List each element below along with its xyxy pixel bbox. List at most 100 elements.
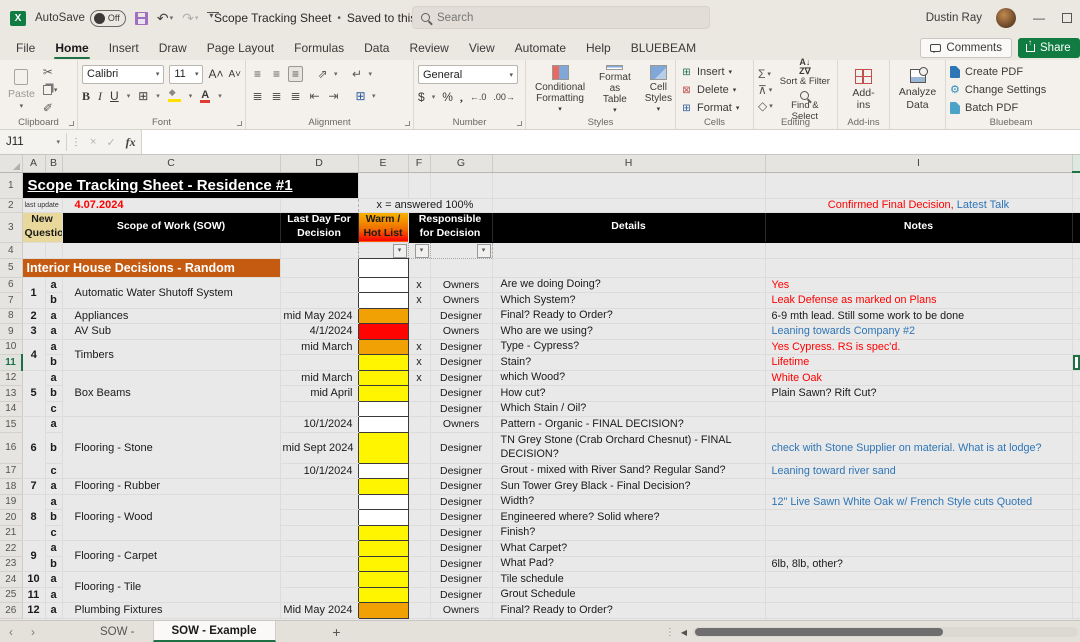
autosave-toggle[interactable]: Off — [90, 10, 126, 27]
col-header-G[interactable]: G — [430, 155, 492, 172]
cell-F12[interactable]: x — [408, 370, 430, 386]
cell-B26[interactable]: a — [45, 603, 62, 619]
cell-H7[interactable]: Which System? — [492, 293, 765, 309]
cell-D24[interactable] — [280, 572, 358, 588]
cell-B24[interactable]: a — [45, 572, 62, 588]
format-cells-button[interactable]: ⊞Format▾ — [680, 101, 739, 115]
cell-D10[interactable]: mid March — [280, 339, 358, 355]
scroll-left-icon[interactable]: ◀ — [681, 628, 687, 637]
cell-J17[interactable] — [1072, 463, 1080, 479]
cell-G23[interactable]: Designer — [430, 556, 492, 572]
cell-E14[interactable] — [358, 401, 408, 417]
cell-C19[interactable]: Flooring - Wood — [62, 494, 280, 541]
cell-B13[interactable]: b — [45, 386, 62, 402]
cell-D17[interactable]: 10/1/2024 — [280, 463, 358, 479]
cell-C26[interactable]: Plumbing Fixtures — [62, 603, 280, 619]
horizontal-scrollbar-thumb[interactable] — [695, 628, 943, 636]
col-header-C[interactable]: C — [62, 155, 280, 172]
cell-H19[interactable]: Width? — [492, 494, 765, 510]
cell-H3[interactable]: Details — [492, 212, 765, 242]
cell-B10[interactable]: a — [45, 339, 62, 355]
user-name[interactable]: Dustin Ray — [926, 12, 982, 24]
row-header-2[interactable]: 2 — [0, 198, 22, 212]
cell-D15[interactable]: 10/1/2024 — [280, 417, 358, 433]
row-header-13[interactable]: 13 — [0, 386, 22, 402]
cell-B16[interactable]: b — [45, 432, 62, 463]
clipboard-dialog-launcher-icon[interactable] — [69, 121, 74, 126]
tab-view[interactable]: View — [459, 37, 505, 59]
row-header-14[interactable]: 14 — [0, 401, 22, 417]
cell-E6[interactable] — [358, 277, 408, 293]
search-bar[interactable] — [412, 6, 710, 29]
cell-G1[interactable] — [430, 172, 492, 198]
cell-I10[interactable]: Yes Cypress. RS is spec'd. — [765, 339, 1072, 355]
cell-B17[interactable]: c — [45, 463, 62, 479]
cell-F14[interactable] — [408, 401, 430, 417]
cell-G21[interactable]: Designer — [430, 525, 492, 541]
increase-decimal-icon[interactable]: ←.0 — [470, 92, 487, 102]
cell-H6[interactable]: Are we doing Doing? — [492, 277, 765, 293]
number-dialog-launcher-icon[interactable] — [517, 121, 522, 126]
cell-I6[interactable]: Yes — [765, 277, 1072, 293]
cell-G4[interactable] — [430, 242, 492, 258]
col-header-D[interactable]: D — [280, 155, 358, 172]
font-size-select[interactable]: 11▾ — [169, 65, 203, 84]
cell-B14[interactable]: c — [45, 401, 62, 417]
cell-H9[interactable]: Who are we using? — [492, 324, 765, 340]
col-header-H[interactable]: H — [492, 155, 765, 172]
cell-J26[interactable] — [1072, 603, 1080, 619]
col-header-J[interactable] — [1072, 155, 1080, 172]
align-right-icon[interactable]: ≣ — [288, 89, 303, 103]
cell-F26[interactable] — [408, 603, 430, 619]
autosave-control[interactable]: AutoSave Off — [35, 10, 126, 27]
cell-A15[interactable]: 6 — [22, 417, 45, 479]
cell-D21[interactable] — [280, 525, 358, 541]
cell-B22[interactable]: a — [45, 541, 62, 557]
cell-I16[interactable]: check with Stone Supplier on material. W… — [765, 432, 1072, 463]
wrap-text-icon[interactable]: ↵ — [350, 67, 365, 81]
cell-D19[interactable] — [280, 494, 358, 510]
cell-I19[interactable]: 12" Live Sawn White Oak w/ French Style … — [765, 494, 1072, 510]
cell-D18[interactable] — [280, 479, 358, 495]
cell-H14[interactable]: Which Stain / Oil? — [492, 401, 765, 417]
batch-pdf-button[interactable]: Batch PDF — [950, 100, 1046, 115]
cell-F23[interactable] — [408, 556, 430, 572]
cell-E12[interactable] — [358, 370, 408, 386]
row-header-6[interactable]: 6 — [0, 277, 22, 293]
cell-F8[interactable] — [408, 308, 430, 324]
cell-G22[interactable]: Designer — [430, 541, 492, 557]
cell-H25[interactable]: Grout Schedule — [492, 587, 765, 603]
cell-B12[interactable]: a — [45, 370, 62, 386]
cell-F1[interactable] — [408, 172, 430, 198]
cell-E1[interactable] — [358, 172, 408, 198]
format-as-table-button[interactable]: Format as Table▾ — [594, 65, 636, 115]
cell-D4[interactable] — [280, 242, 358, 258]
cell-C24[interactable]: Flooring - Tile — [62, 572, 280, 603]
cell-E13[interactable] — [358, 386, 408, 402]
cell-C6[interactable]: Automatic Water Shutoff System — [62, 277, 280, 308]
cell-F25[interactable] — [408, 587, 430, 603]
tab-help[interactable]: Help — [576, 37, 621, 59]
cell-H26[interactable]: Final? Ready to Order? — [492, 603, 765, 619]
analyze-data-button[interactable]: Analyze Data — [894, 65, 941, 115]
cell-D11[interactable] — [280, 355, 358, 371]
format-painter-button[interactable]: ✐ — [43, 101, 58, 115]
cell-D20[interactable] — [280, 510, 358, 526]
sheet-tab-sow[interactable]: SOW - — [82, 621, 153, 642]
cell-H17[interactable]: Grout - mixed with River Sand? Regular S… — [492, 463, 765, 479]
currency-icon[interactable]: $ — [418, 90, 425, 104]
cell-J22[interactable] — [1072, 541, 1080, 557]
cell-I1[interactable] — [765, 172, 1072, 198]
cell-G12[interactable]: Designer — [430, 370, 492, 386]
cell-H13[interactable]: How cut? — [492, 386, 765, 402]
col-header-F[interactable]: F — [408, 155, 430, 172]
row-header-20[interactable]: 20 — [0, 510, 22, 526]
cell-I14[interactable] — [765, 401, 1072, 417]
cell-E16[interactable] — [358, 432, 408, 463]
cell-J19[interactable] — [1072, 494, 1080, 510]
cell-I7[interactable]: Leak Defense as marked on Plans — [765, 293, 1072, 309]
cell-J13[interactable] — [1072, 386, 1080, 402]
cell-D8[interactable]: mid May 2024 — [280, 308, 358, 324]
cell-H11[interactable]: Stain? — [492, 355, 765, 371]
cell-J8[interactable] — [1072, 308, 1080, 324]
